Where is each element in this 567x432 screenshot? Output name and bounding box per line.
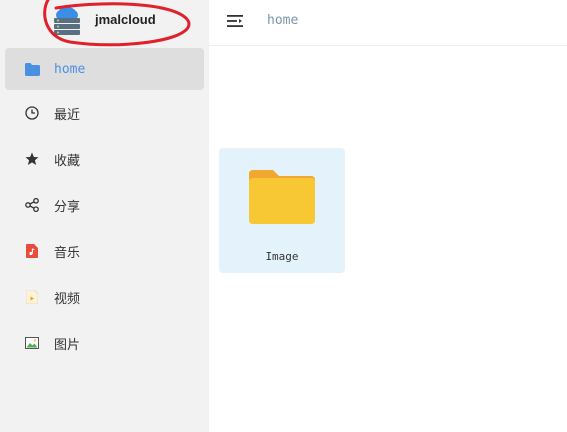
star-icon (24, 151, 40, 167)
sidebar-item-share[interactable]: 分享 (0, 182, 209, 228)
sidebar-item-label: 最近 (54, 107, 81, 123)
file-item-folder[interactable]: Image (219, 148, 345, 273)
menu-fold-icon[interactable] (226, 12, 244, 30)
cloud-server-icon (54, 7, 80, 35)
sidebar: jmalcloud home 最近 收藏 分享 音乐 视频 图片 (0, 0, 209, 432)
video-file-icon (24, 289, 40, 305)
sidebar-item-label: 视频 (54, 291, 81, 307)
sidebar-item-home[interactable]: home (5, 48, 204, 90)
sidebar-item-label: 收藏 (54, 153, 81, 169)
folder-icon (24, 61, 40, 77)
file-name: Image (265, 250, 299, 263)
breadcrumb[interactable]: home (267, 13, 298, 28)
sidebar-item-label: 图片 (54, 337, 81, 353)
sidebar-nav: home 最近 收藏 分享 音乐 视频 图片 (0, 48, 209, 366)
image-icon (24, 335, 40, 351)
sidebar-item-images[interactable]: 图片 (0, 320, 209, 366)
music-file-icon (24, 243, 40, 259)
topbar: home (209, 0, 567, 46)
share-icon (24, 197, 40, 213)
sidebar-item-label: home (54, 61, 86, 77)
sidebar-item-music[interactable]: 音乐 (0, 228, 209, 274)
sidebar-item-video[interactable]: 视频 (0, 274, 209, 320)
sidebar-item-favorites[interactable]: 收藏 (0, 136, 209, 182)
brand-name: jmalcloud (95, 12, 156, 27)
sidebar-item-recent[interactable]: 最近 (0, 90, 209, 136)
sidebar-item-label: 分享 (54, 199, 81, 215)
clock-icon (24, 105, 40, 121)
brand[interactable]: jmalcloud (0, 0, 209, 47)
sidebar-item-label: 音乐 (54, 245, 81, 261)
folder-icon (249, 170, 315, 224)
file-grid: Image (209, 46, 567, 432)
